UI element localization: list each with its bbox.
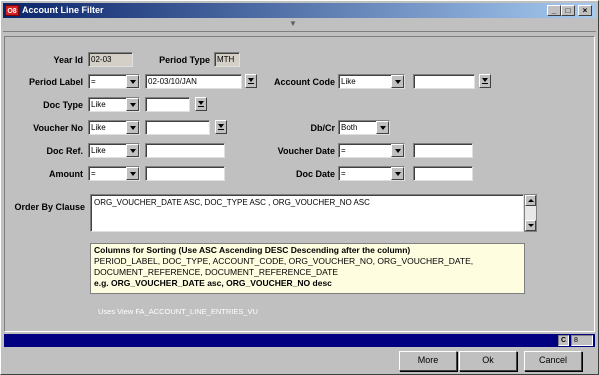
chevron-down-icon[interactable] [126,98,139,111]
period-label-field[interactable]: 02-03/10/JAN [145,74,242,89]
voucher-date-field[interactable] [413,143,473,158]
period-label-operator-value: = [91,77,96,86]
app-icon: O8 [5,5,19,16]
voucher-date-label: Voucher Date [277,146,335,156]
doc-ref-label: Doc Ref. [46,146,83,156]
order-by-scrollbar[interactable] [524,194,537,232]
hint-title: Columns for Sorting (Use ASC Ascending D… [94,245,411,255]
doc-type-label: Doc Type [43,100,83,110]
sorting-hint-panel: Columns for Sorting (Use ASC Ascending D… [90,243,525,294]
voucher-no-lov-button[interactable] [215,120,227,134]
chevron-down-icon[interactable] [391,167,404,180]
window-title: Account Line Filter [22,5,104,15]
amount-operator-value: = [91,169,96,178]
close-button[interactable]: × [578,5,592,16]
hint-columns-line1: PERIOD_LABEL, DOC_TYPE, ACCOUNT_CODE, OR… [94,256,474,266]
scroll-up-icon[interactable] [525,195,536,206]
period-type-field[interactable]: MTH [214,52,240,67]
doc-type-operator-value: Like [91,100,106,109]
period-type-label: Period Type [159,55,210,65]
order-by-label: Order By Clause [14,202,85,212]
voucher-date-operator-value: = [341,146,346,155]
voucher-date-operator[interactable]: = [338,143,405,158]
db-cr-label: Db/Cr [310,123,336,133]
chevron-down-icon[interactable] [391,75,404,88]
status-cell-mode: C [558,335,569,346]
year-id-field[interactable]: 02-03 [88,52,133,67]
period-label-operator[interactable]: = [88,74,140,89]
chevron-down-icon[interactable] [126,144,139,157]
chevron-down-icon[interactable] [126,121,139,134]
toolbar-strip: ▼ [3,18,596,32]
chevron-down-icon[interactable] [376,121,389,134]
voucher-no-field[interactable] [145,120,210,135]
hint-columns-line2: DOCUMENT_REFERENCE, DOCUMENT_REFERENCE_D… [94,267,339,277]
chevron-down-icon[interactable] [126,75,139,88]
account-code-label: Account Code [273,77,335,87]
doc-type-lov-button[interactable] [195,97,207,111]
db-cr-select[interactable]: Both [338,120,390,135]
account-line-filter-window: O8 Account Line Filter _ □ × ▼ Year Id 0… [0,0,599,375]
doc-type-field[interactable] [145,97,190,112]
status-cell-count: 8 [571,335,593,346]
voucher-no-label: Voucher No [33,123,83,133]
period-label-lov-button[interactable] [245,74,257,88]
account-code-lov-button[interactable] [479,74,491,88]
doc-ref-field[interactable] [145,143,225,158]
cancel-button[interactable]: Cancel [524,351,582,371]
uses-view-note: Uses View FA_ACCOUNT_LINE_ENTRIES_VU [98,307,258,316]
doc-type-operator[interactable]: Like [88,97,140,112]
minimize-button[interactable]: _ [547,5,561,16]
order-by-textarea[interactable]: ORG_VOUCHER_DATE ASC, DOC_TYPE ASC , ORG… [90,194,524,232]
account-code-field[interactable] [413,74,475,89]
period-label-label: Period Label [28,77,83,87]
voucher-no-operator-value: Like [91,123,106,132]
doc-date-field[interactable] [413,166,473,181]
db-cr-value: Both [341,123,358,132]
doc-ref-operator-value: Like [91,146,106,155]
doc-date-operator[interactable]: = [338,166,405,181]
amount-field[interactable] [145,166,225,181]
filter-form: Year Id 02-03 Period Type MTH Period Lab… [4,36,595,332]
hint-example: e.g. ORG_VOUCHER_DATE asc, ORG_VOUCHER_N… [94,278,332,288]
amount-operator[interactable]: = [88,166,140,181]
title-bar: O8 Account Line Filter _ □ × [3,3,596,18]
chevron-down-icon[interactable] [391,144,404,157]
splitter-icon: ▼ [289,19,297,28]
doc-ref-operator[interactable]: Like [88,143,140,158]
more-button[interactable]: More [399,351,457,371]
scroll-down-icon[interactable] [525,220,536,231]
voucher-no-operator[interactable]: Like [88,120,140,135]
doc-date-label: Doc Date [295,169,335,179]
year-id-label: Year Id [53,55,83,65]
doc-date-operator-value: = [341,169,346,178]
chevron-down-icon[interactable] [126,167,139,180]
status-bar: C 8 [4,334,595,347]
account-code-operator[interactable]: Like [338,74,405,89]
maximize-button[interactable]: □ [561,5,575,16]
account-code-operator-value: Like [341,77,356,86]
ok-button[interactable]: Ok [459,351,517,371]
amount-label: Amount [49,169,83,179]
